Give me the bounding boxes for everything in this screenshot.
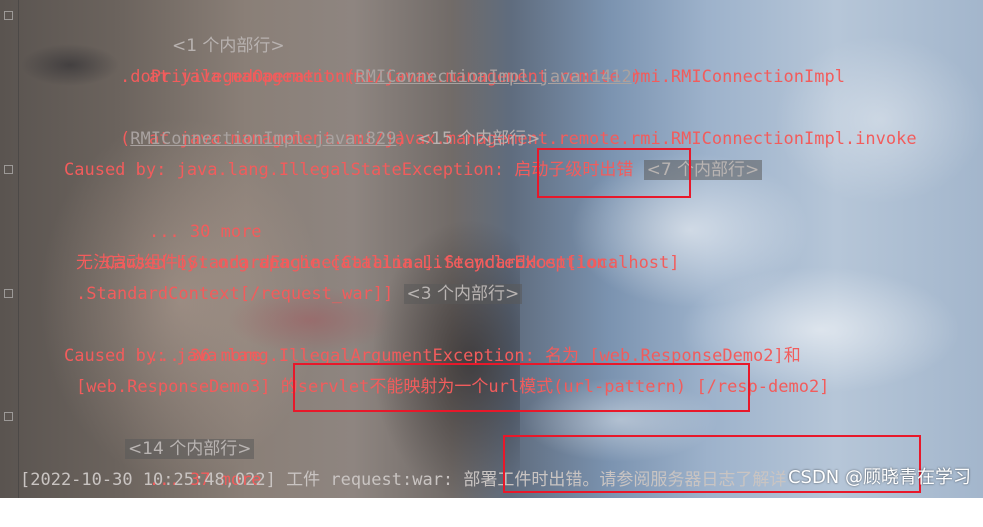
stack-frame-text: ( (120, 129, 131, 149)
exception-text: [web.ResponseDemo3] (76, 377, 281, 397)
fold-marker[interactable] (4, 289, 13, 298)
exception-text: Caused by: java.lang.IllegalStateExcepti… (64, 160, 515, 180)
watermark: CSDN @顾晓青在学习 (787, 467, 971, 488)
console-line: <1 个内部行> (131, 0, 285, 56)
console-line: at java.management.rmi/javax.management.… (108, 93, 917, 149)
console-line: .StandardContext[/request_war]] <3 个内部行> (76, 279, 523, 310)
highlight-box (537, 148, 691, 198)
console-line: ... 30 more (108, 186, 262, 242)
console-line: Caused by: org.apache.catalina.Lifecycle… (64, 217, 617, 273)
console-line: ... 36 more (108, 310, 262, 366)
fold-marker[interactable] (4, 11, 13, 20)
folded-lines-indicator[interactable]: <3 个内部行> (403, 284, 523, 304)
fold-marker[interactable] (4, 412, 13, 421)
log-message: 工件 (286, 470, 321, 490)
stack-frame-text: ) (631, 67, 642, 87)
console-line: 无法启动组件[StandardEngine[Catalina].Standard… (76, 248, 680, 279)
exception-message: 和 (783, 346, 801, 366)
stack-frame-text: ) (396, 129, 407, 149)
editor-gutter (18, 0, 19, 498)
console-line: (RMIConnectionImpl.java:829) <15 个内部行> (120, 124, 540, 155)
source-link[interactable]: RMIConnectionImpl.java:829 (130, 129, 396, 149)
highlight-box (293, 363, 750, 412)
console-line: at java.management.rmi/javax.management.… (108, 31, 845, 87)
log-message: request:war: (320, 470, 464, 490)
exception-message: 无法启动组件 (76, 253, 178, 273)
folded-lines-indicator[interactable]: <15 个内部行> (417, 129, 541, 149)
fold-marker[interactable] (4, 165, 13, 174)
exception-text: .StandardContext[/request_war]] (76, 284, 394, 304)
log-timestamp: [2022-10-30 10:25:48,022] (20, 470, 287, 490)
source-link[interactable]: RMIConnectionImpl.java:1412 (355, 67, 631, 87)
console-line: <14 个内部行> (84, 403, 255, 459)
console-line: .doPrivilegedOperation(RMIConnectionImpl… (120, 62, 642, 93)
console-line: ... 37 more (108, 434, 262, 490)
stack-frame-text: .doPrivilegedOperation( (120, 67, 356, 87)
exception-text: [StandardEngine[Catalina].StandardHost[l… (178, 253, 680, 273)
